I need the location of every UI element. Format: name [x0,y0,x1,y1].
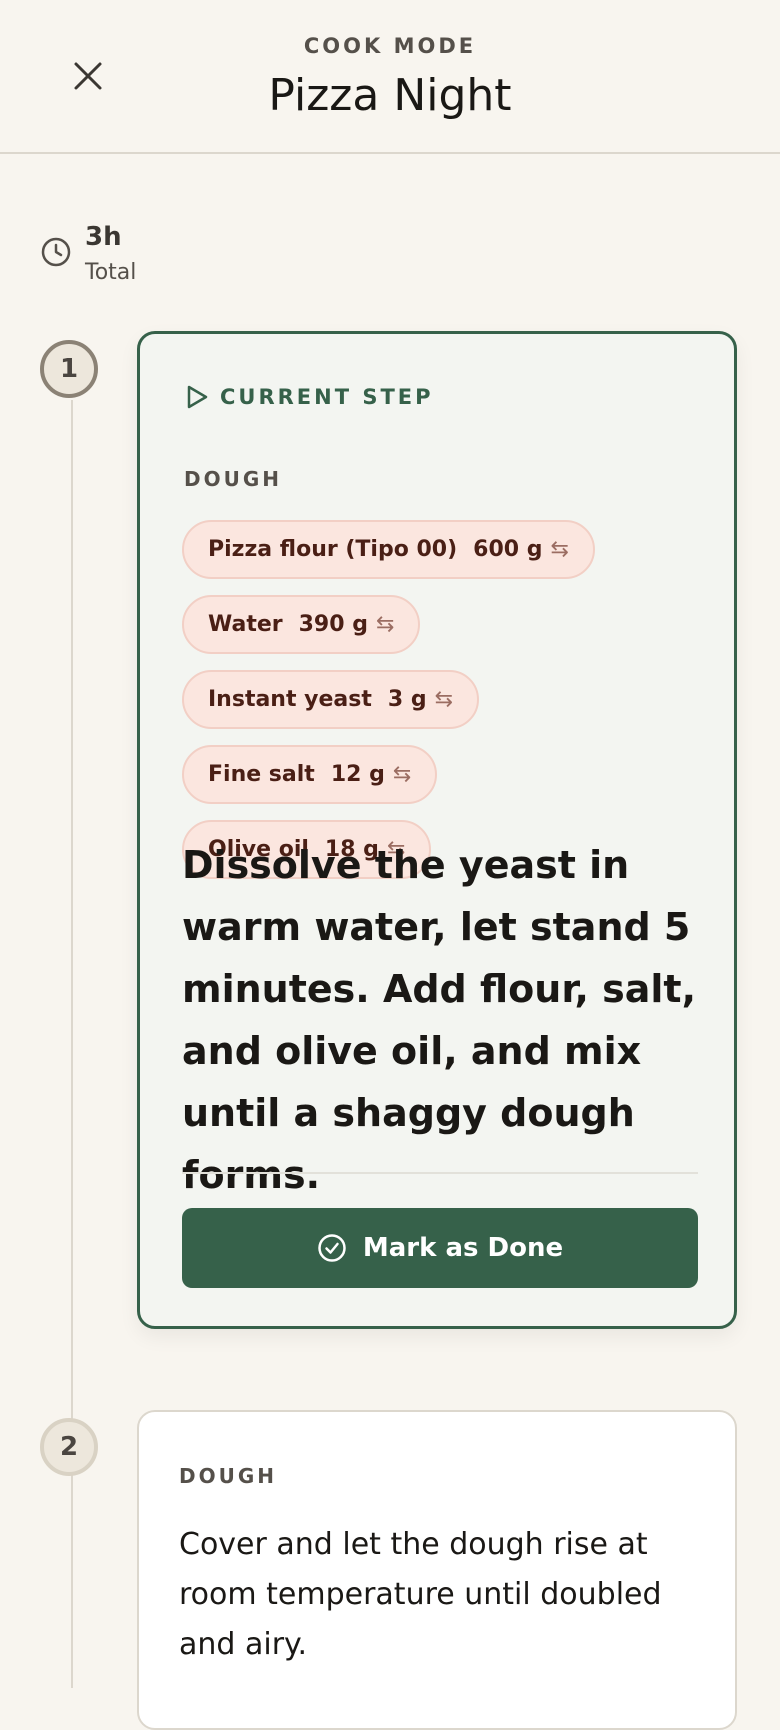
mark-as-done-label: Mark as Done [362,1233,564,1263]
step-card-next[interactable]: DOUGH Cover and let the dough rise at ro… [137,1410,737,1730]
timeline-line [71,400,73,1688]
ingredient-amount: 390 g [298,612,368,637]
check-circle-icon [318,1234,346,1262]
mark-as-done-button[interactable]: Mark as Done [182,1208,698,1288]
mode-label: COOK MODE [303,34,477,58]
swap-icon: ⇆ [375,612,395,637]
clock-icon [41,237,71,267]
divider [182,1172,698,1174]
total-time-value: 3h [85,222,122,252]
step-number-1: 1 [40,340,98,398]
ingredient-name: Instant yeast [208,687,372,712]
ingredient-amount: 3 g [387,687,427,712]
step-section-label: DOUGH [179,1464,277,1488]
step-section-label: DOUGH [184,467,282,491]
page-title: Pizza Night [268,70,512,121]
step-number-2: 2 [40,1418,98,1476]
ingredient-name: Pizza flour (Tipo 00) [208,537,458,562]
cook-mode-header: COOK MODE Pizza Night [0,0,780,154]
ingredient-amount: 600 g [473,537,543,562]
ingredient-name: Fine salt [208,762,315,787]
ingredient-chip[interactable]: Water 390 g ⇆ [182,595,421,654]
ingredient-chip[interactable]: Pizza flour (Tipo 00) 600 g ⇆ [182,520,595,579]
ingredient-chips: Pizza flour (Tipo 00) 600 g ⇆ Water 390 … [182,520,702,879]
step-card-current: CURRENT STEP DOUGH Pizza flour (Tipo 00)… [137,331,737,1329]
swap-icon: ⇆ [550,537,569,562]
swap-icon: ⇆ [392,762,412,787]
step-instruction: Dissolve the yeast in warm water, let st… [182,843,697,1197]
current-step-label: CURRENT STEP [220,385,434,409]
step-instruction: Cover and let the dough rise at room tem… [179,1527,662,1662]
ingredient-name: Water [208,612,283,637]
ingredient-chip[interactable]: Instant yeast 3 g ⇆ [182,670,480,729]
ingredient-amount: 12 g [330,762,385,787]
play-outline-icon [187,385,208,409]
current-step-tag: CURRENT STEP [184,384,434,410]
total-time-label: Total [85,260,137,285]
swap-icon: ⇆ [434,687,454,712]
ingredient-chip[interactable]: Fine salt 12 g ⇆ [182,745,438,804]
